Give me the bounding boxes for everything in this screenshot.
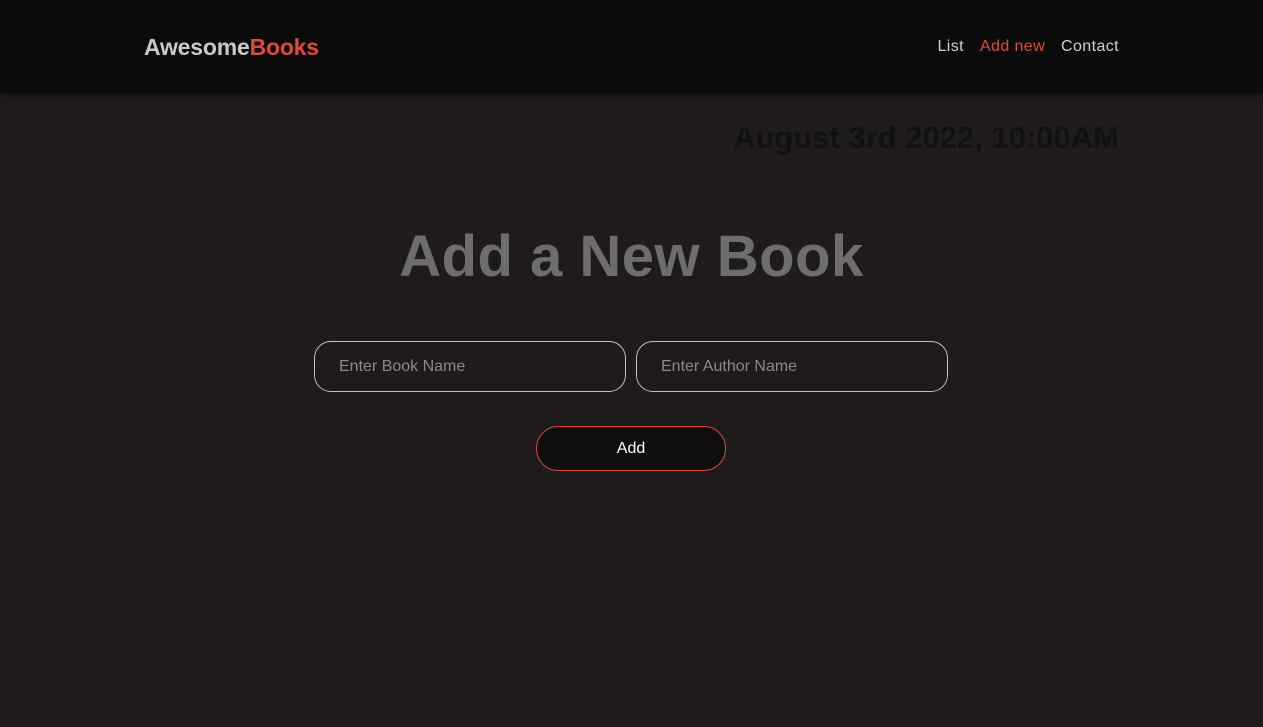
- current-date: August 3rd 2022, 10:00AM: [733, 120, 1119, 155]
- nav-menu: List Add new Contact: [937, 37, 1119, 57]
- add-button[interactable]: Add: [536, 426, 726, 471]
- logo-text-awesome: Awesome: [144, 34, 250, 60]
- page-title: Add a New Book: [399, 224, 864, 289]
- book-name-input[interactable]: [314, 341, 626, 392]
- logo[interactable]: AwesomeBooks: [144, 33, 319, 61]
- nav-link-contact[interactable]: Contact: [1061, 37, 1119, 57]
- author-name-input[interactable]: [636, 341, 948, 392]
- logo-text-books: Books: [249, 34, 319, 60]
- nav-link-add-new[interactable]: Add new: [980, 37, 1045, 57]
- navbar: AwesomeBooks List Add new Contact: [0, 0, 1263, 93]
- nav-link-list[interactable]: List: [937, 37, 964, 57]
